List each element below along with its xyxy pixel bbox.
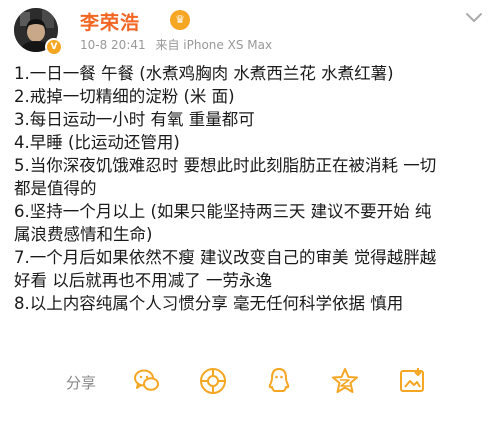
chevron-down-icon[interactable]	[464, 10, 484, 24]
post-meta: 10-8 20:41 来自 iPhone XS Max	[80, 36, 278, 53]
share-label: 分享	[66, 374, 97, 392]
username[interactable]: 李荣浩	[80, 8, 140, 35]
post-line: 7.一个月后如果依然不瘦 建议改变自己的审美 觉得越胖越	[14, 248, 437, 267]
post-line: 4.早睡 (比运动还管用)	[14, 133, 180, 152]
post-line: 好看 以后就再也不用减了 一劳永逸	[14, 271, 272, 290]
wechat-icon[interactable]	[132, 366, 162, 396]
post-line: 6.坚持一个月以上 (如果只能坚持两三天 建议不要开始 纯	[14, 202, 432, 221]
save-image-icon[interactable]	[397, 366, 427, 396]
post-line: 2.戒掉一切精细的淀粉 (米 面)	[14, 87, 235, 106]
post-header: V 李荣浩 ♛ 10-8 20:41 来自 iPhone XS Max	[0, 0, 500, 62]
post-source: 来自 iPhone XS Max	[155, 38, 273, 52]
vip-icon[interactable]: ♛	[170, 10, 190, 30]
post-line: 8.以上内容纯属个人习惯分享 毫无任何科学依据 慎用	[14, 294, 404, 313]
moments-icon[interactable]	[198, 366, 228, 396]
post-line: 都是值得的	[14, 179, 97, 198]
post-line: 属浪费感情和生命)	[14, 225, 153, 244]
qzone-icon[interactable]	[330, 366, 360, 396]
post-content: 1.一日一餐 午餐 (水煮鸡胸肉 水煮西兰花 水煮红薯) 2.戒掉一切精细的淀粉…	[14, 62, 492, 315]
post-line: 5.当你深夜饥饿难忍时 要想此时此刻脂肪正在被消耗 一切	[14, 156, 437, 175]
post-line: 1.一日一餐 午餐 (水煮鸡胸肉 水煮西兰花 水煮红薯)	[14, 64, 394, 83]
qq-icon[interactable]	[264, 366, 294, 396]
share-bar: 分享	[0, 356, 500, 406]
verified-badge-icon: V	[45, 38, 63, 56]
post-time: 10-8 20:41	[80, 38, 146, 52]
post-line: 3.每日运动一小时 有氧 重量都可	[14, 110, 255, 129]
